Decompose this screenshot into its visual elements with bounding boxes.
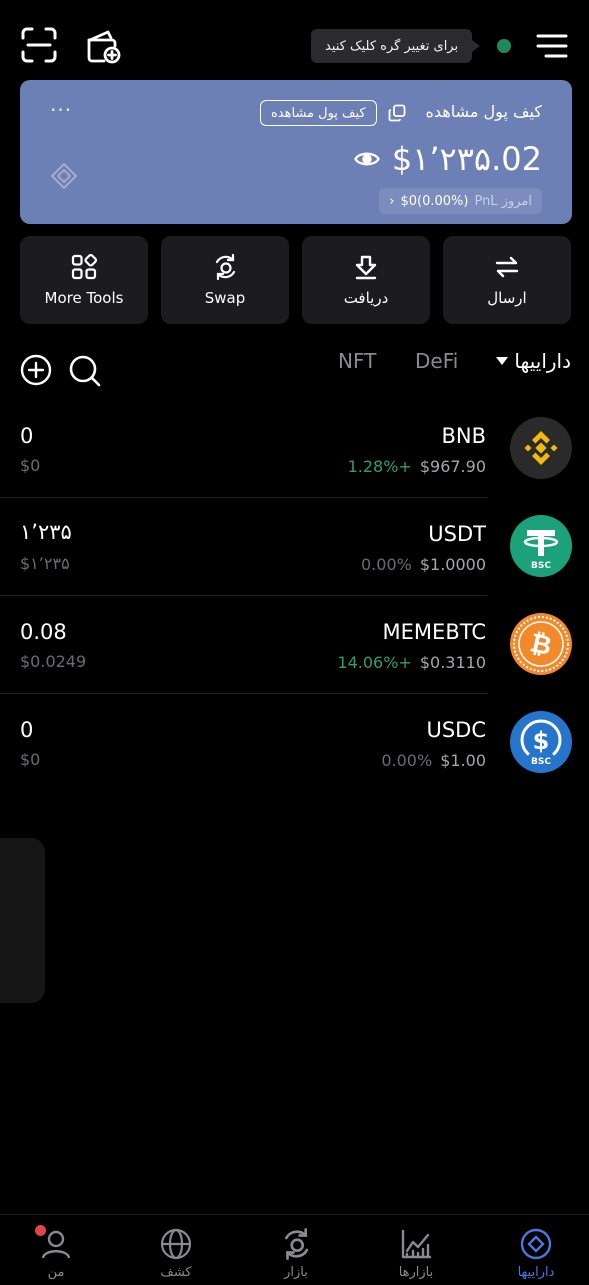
watch-wallet-chip: کیف پول مشاهده: [260, 100, 377, 126]
receive-button[interactable]: دریافت: [302, 236, 430, 324]
token-price-row: 1.28%+ $967.90: [348, 457, 486, 476]
top-bar: برای تغییر گره کلیک کنید: [0, 0, 589, 80]
add-token-icon[interactable]: [20, 354, 52, 386]
copy-icon[interactable]: [388, 104, 406, 122]
token-usd-value: $0: [20, 750, 41, 769]
token-amount: 0: [20, 424, 34, 448]
bsc-badge: BSC: [531, 757, 551, 767]
swap-button[interactable]: Swap: [161, 236, 289, 324]
bottom-nav: من کشف بازار بازارها داراییها: [0, 1214, 589, 1285]
bnb-chain-icon: [50, 162, 78, 190]
swap-label: Swap: [204, 289, 246, 307]
search-icon[interactable]: [68, 354, 102, 388]
token-amount: 0: [20, 718, 34, 742]
caret-down-icon: [496, 357, 509, 365]
node-status-dot[interactable]: [497, 39, 511, 53]
token-price-row: 0.00% $1.00: [381, 751, 486, 770]
nav-assets[interactable]: داراییها: [477, 1215, 589, 1285]
swap-icon: [211, 253, 239, 281]
pnl-chip[interactable]: › $0(0.00%) PnL امروز: [379, 188, 542, 214]
token-price-row: 0.00% $1.0000: [361, 555, 486, 574]
total-balance: $۱٬۲۳۵.02: [391, 140, 542, 178]
bsc-badge: BSC: [531, 561, 551, 571]
nav-label: کشف: [160, 1265, 192, 1280]
markets-icon: [399, 1227, 433, 1261]
chevron-right-icon: ›: [389, 193, 395, 209]
token-usd-value: $۱٬۲۳۵: [20, 554, 70, 573]
tab-nft[interactable]: NFT: [338, 349, 376, 373]
notification-dot: [35, 1225, 46, 1236]
token-price: $0.3110: [419, 653, 486, 672]
nav-markets[interactable]: بازارها: [357, 1215, 475, 1285]
usdt-logo-icon: BSC: [510, 515, 572, 577]
send-button[interactable]: ارسال: [443, 236, 571, 324]
quick-actions: More Tools Swap دریافت ارسال: [20, 236, 572, 324]
svg-text:$: $: [533, 727, 550, 755]
more-tools-label: More Tools: [44, 289, 124, 307]
token-change: 14.06%+: [337, 653, 412, 672]
nav-label: داراییها: [517, 1265, 555, 1280]
pnl-label: PnL امروز: [474, 193, 532, 209]
nav-label: من: [47, 1265, 65, 1280]
token-price: $1.00: [440, 751, 486, 770]
assets-icon: [519, 1227, 553, 1261]
usdc-logo-icon: $ BSC: [510, 711, 572, 773]
more-options-icon[interactable]: ···: [50, 100, 72, 120]
token-symbol: MEMEBTC: [382, 620, 486, 644]
pnl-value: $0(0.00%): [400, 193, 469, 209]
eye-icon[interactable]: [353, 148, 380, 170]
tab-defi[interactable]: DeFi: [415, 349, 458, 373]
menu-icon[interactable]: [536, 33, 568, 59]
tab-assets-label: داراییها: [514, 349, 571, 373]
token-amount: 0.08: [20, 620, 67, 644]
node-switch-tooltip[interactable]: برای تغییر گره کلیک کنید: [311, 29, 481, 63]
more-tools-button[interactable]: More Tools: [20, 236, 148, 324]
token-change: 0.00%: [361, 555, 412, 574]
nav-label: بازار: [284, 1265, 308, 1280]
token-symbol: USDT: [428, 522, 486, 546]
token-usd-value: $0: [20, 456, 41, 475]
add-wallet-icon[interactable]: [84, 26, 124, 66]
token-row-usdt[interactable]: ۱٬۲۳۵ $۱٬۲۳۵ USDT 0.00% $1.0000 BSC: [0, 498, 589, 596]
send-icon: [493, 253, 521, 281]
token-price: $967.90: [419, 457, 486, 476]
grid-icon: [70, 253, 98, 281]
memebtc-logo-icon: ₿: [510, 613, 572, 675]
token-amount: ۱٬۲۳۵: [20, 520, 72, 544]
token-usd-value: $0.0249: [20, 652, 87, 671]
receive-icon: [352, 253, 380, 281]
wallet-name[interactable]: کیف پول مشاهده: [426, 102, 542, 121]
token-row-bnb[interactable]: 0 $0 BNB 1.28%+ $967.90: [0, 400, 589, 498]
token-symbol: BNB: [441, 424, 486, 448]
nav-market[interactable]: بازار: [237, 1215, 355, 1285]
nav-discover[interactable]: کشف: [117, 1215, 235, 1285]
floating-side-handle[interactable]: [0, 838, 45, 1003]
token-price-row: 14.06%+ $0.3110: [337, 653, 486, 672]
token-change: 1.28%+: [347, 457, 412, 476]
swap-market-icon: [279, 1227, 313, 1261]
wallet-card[interactable]: ··· کیف پول مشاهده کیف پول مشاهده $۱٬۲۳۵…: [20, 80, 572, 224]
token-price: $1.0000: [419, 555, 486, 574]
scan-icon[interactable]: [20, 26, 58, 64]
send-label: ارسال: [487, 289, 527, 307]
nav-label: بازارها: [398, 1265, 434, 1280]
nav-profile[interactable]: من: [0, 1215, 115, 1285]
token-row-usdc[interactable]: 0 $0 USDC 0.00% $1.00 $ BSC: [0, 694, 589, 792]
token-row-memebtc[interactable]: 0.08 $0.0249 MEMEBTC 14.06%+ $0.3110 ₿: [0, 596, 589, 694]
balance-row: $۱٬۲۳۵.02: [353, 140, 542, 178]
token-symbol: USDC: [426, 718, 486, 742]
receive-label: دریافت: [343, 289, 389, 307]
discover-icon: [159, 1227, 193, 1261]
tab-assets[interactable]: داراییها: [496, 349, 571, 373]
bnb-logo-icon: [510, 417, 572, 479]
token-change: 0.00%: [381, 751, 433, 770]
